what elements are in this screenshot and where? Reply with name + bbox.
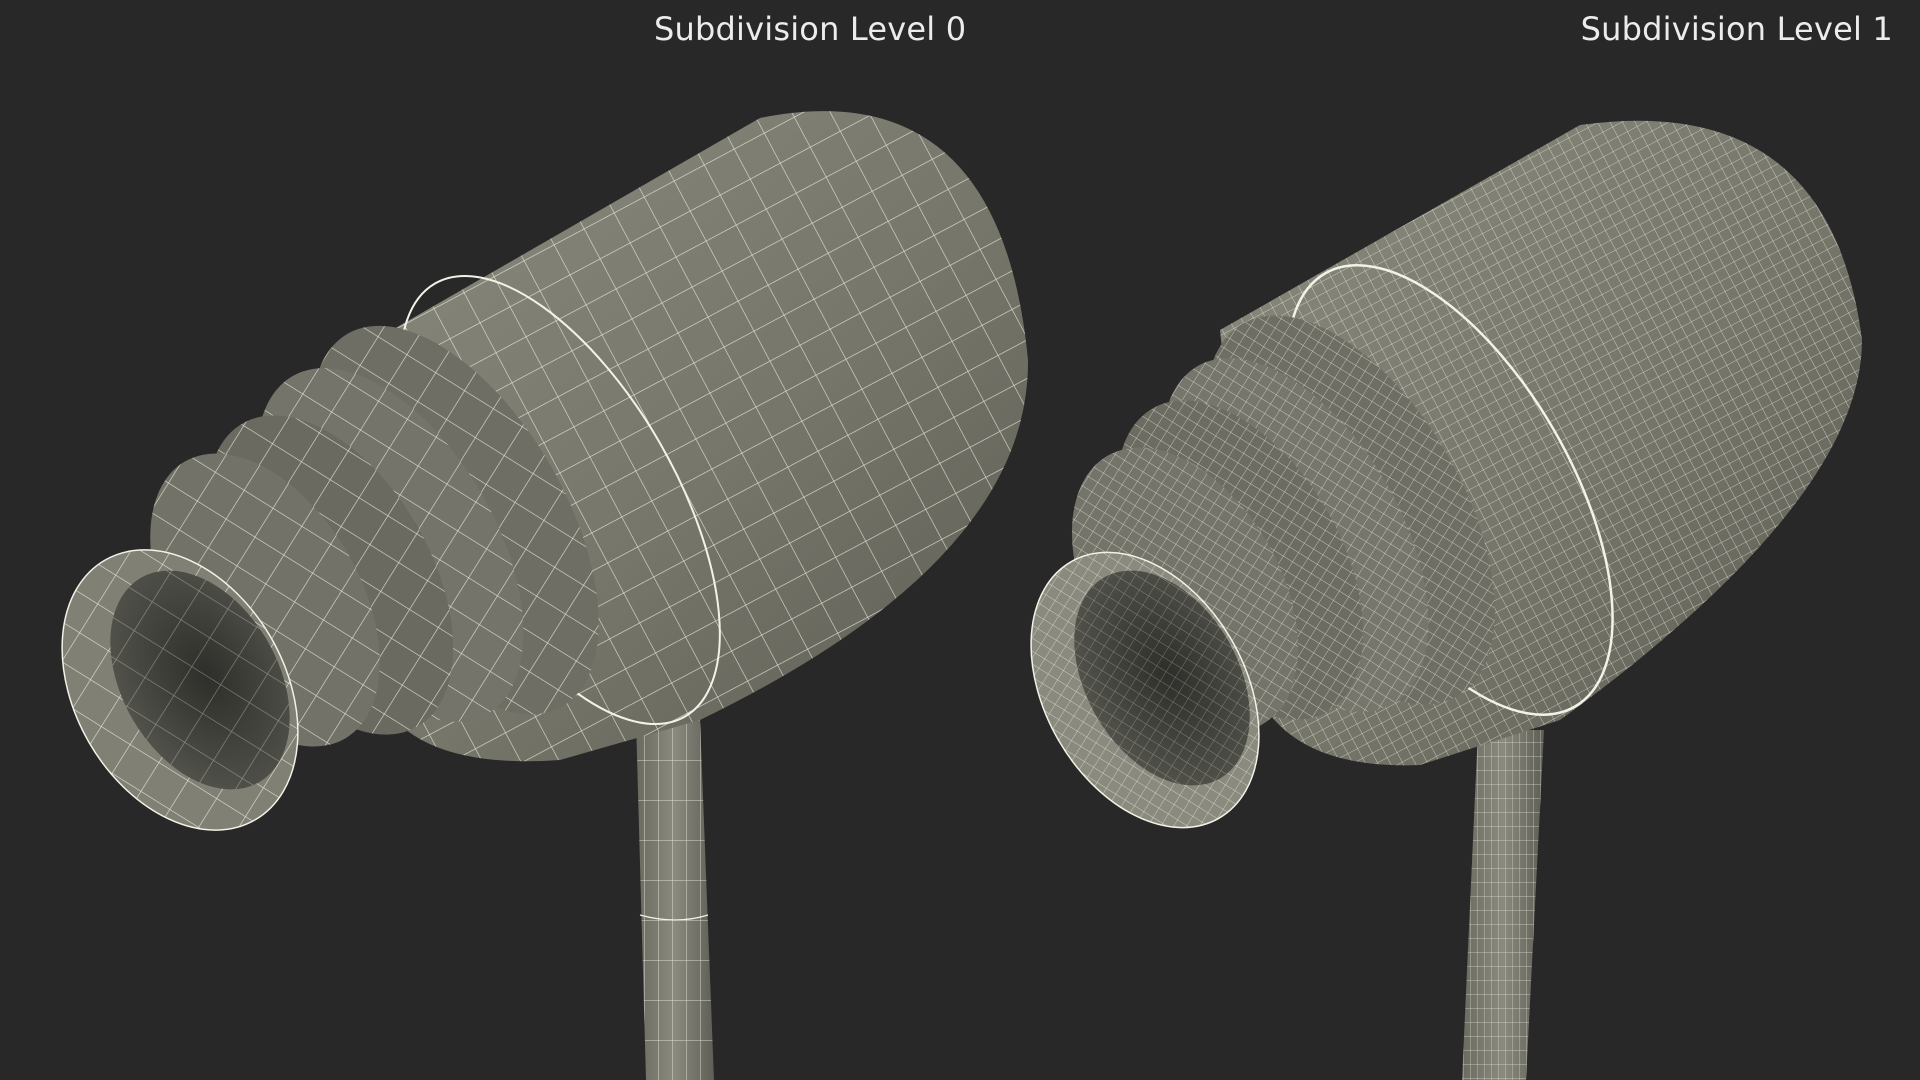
right-stem [1462, 730, 1544, 1080]
subdivision-level-1-label: Subdivision Level 1 [1580, 10, 1893, 48]
left-model [61, 111, 1029, 1080]
right-model [1030, 120, 1862, 1080]
render-scene [61, 111, 1862, 1080]
left-stem [636, 720, 714, 1080]
subdivision-level-0-label: Subdivision Level 0 [654, 10, 967, 48]
render-viewport: Subdivision Level 0 Subdivision Level 1 [0, 0, 1920, 1080]
